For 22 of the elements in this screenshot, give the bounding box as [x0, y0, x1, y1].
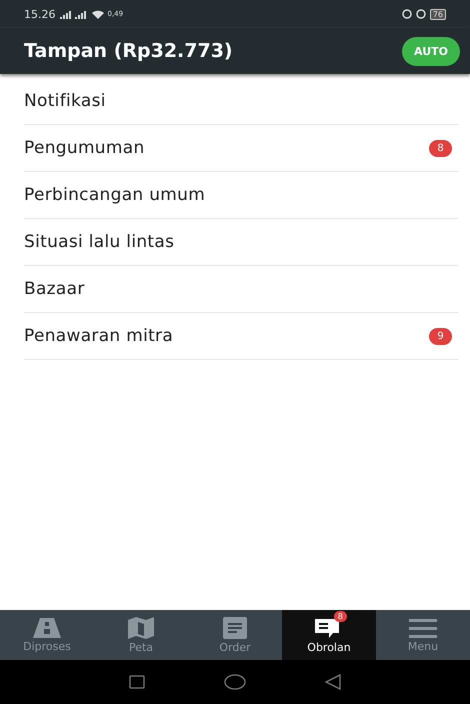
unread-badge: 9: [429, 328, 452, 344]
back-icon[interactable]: [324, 674, 341, 690]
nav-tab[interactable]: Obrolan 8: [282, 610, 376, 660]
road-icon: [33, 618, 61, 638]
menu-icon: [409, 618, 437, 638]
unread-badge: 8: [334, 611, 347, 622]
unread-badge: 8: [429, 140, 452, 156]
recents-icon[interactable]: [129, 675, 146, 689]
channel-item[interactable]: Situasi lalu lintas: [24, 232, 174, 252]
signal-icon: [60, 10, 88, 18]
home-icon[interactable]: [224, 674, 246, 690]
channel-item[interactable]: Pengumuman: [24, 138, 145, 158]
screen-title: Tampan (Rp32.773): [24, 40, 233, 62]
channel-item[interactable]: Bazaar: [24, 279, 85, 299]
document-icon: [223, 616, 247, 638]
channel-item[interactable]: Perbincangan umum: [24, 185, 206, 205]
clock: 15.26: [24, 8, 56, 20]
channel-item[interactable]: Penawaran mitra: [24, 326, 174, 346]
wifi-icon: [92, 10, 104, 18]
map-icon: [128, 616, 154, 638]
battery-level: 76: [430, 8, 446, 20]
channel-item[interactable]: Notifikasi: [24, 91, 106, 111]
